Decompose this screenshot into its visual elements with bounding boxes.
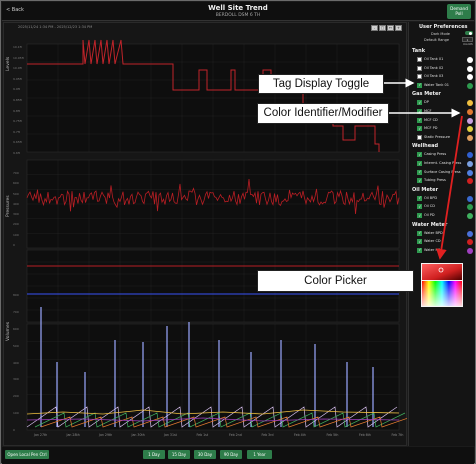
callout-color-identifier: Color Identifier/Modifier bbox=[257, 103, 389, 124]
callout-tag-display-toggle: Tag Display Toggle bbox=[258, 74, 384, 94]
annotation-arrows bbox=[384, 78, 463, 260]
callout-color-picker: Color Picker bbox=[257, 270, 414, 292]
